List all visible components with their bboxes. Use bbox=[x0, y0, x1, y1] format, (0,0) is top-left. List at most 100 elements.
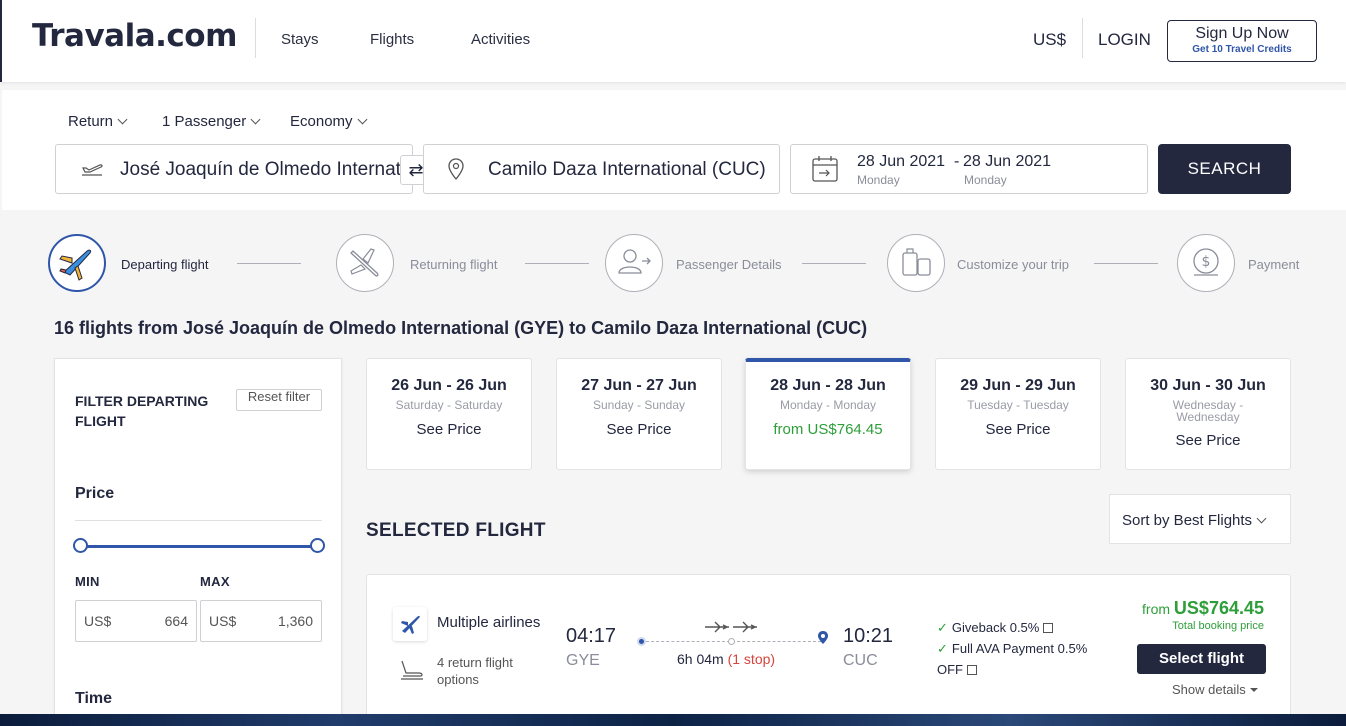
calendar-icon bbox=[812, 156, 838, 182]
depart-code: GYE bbox=[566, 652, 600, 669]
step-connector bbox=[1094, 263, 1158, 264]
return-options[interactable]: 4 return flight options bbox=[437, 654, 547, 688]
date-card[interactable]: 27 Jun - 27 Jun Sunday - Sunday See Pric… bbox=[556, 358, 722, 470]
money-icon: $ bbox=[1193, 248, 1219, 276]
nav-activities[interactable]: Activities bbox=[471, 31, 530, 48]
cabin-label: Economy bbox=[290, 113, 353, 130]
step-payment-label: Payment bbox=[1248, 257, 1300, 272]
flight-card: Multiple airlines 4 return flight option… bbox=[366, 574, 1291, 724]
signup-subtitle: Get 10 Travel Credits bbox=[1192, 44, 1292, 55]
date-card-selected[interactable]: 28 Jun - 28 Jun Monday - Monday from US$… bbox=[745, 358, 911, 470]
depart-day: Monday bbox=[857, 173, 900, 187]
login-link[interactable]: LOGIN bbox=[1098, 30, 1151, 50]
perk-ava: ✓ Full AVA Payment 0.5% OFF bbox=[937, 638, 1107, 680]
price-slider-track[interactable] bbox=[80, 545, 318, 548]
step-passenger-circle bbox=[605, 234, 663, 292]
date-card[interactable]: 30 Jun - 30 Jun Wednesday - Wednesday Se… bbox=[1125, 358, 1291, 470]
results-title: 16 flights from José Joaquín de Olmedo I… bbox=[54, 318, 868, 338]
check-icon: ✓ bbox=[937, 641, 948, 656]
passenger-dropdown[interactable]: 1 Passenger bbox=[162, 113, 261, 130]
origin-value: José Joaquín de Olmedo International (GY… bbox=[120, 159, 412, 180]
select-flight-button[interactable]: Select flight bbox=[1137, 644, 1266, 674]
svg-text:$: $ bbox=[1202, 254, 1211, 270]
footer-background bbox=[0, 714, 1346, 726]
step-passenger-label: Passenger Details bbox=[676, 257, 782, 272]
price-min-handle[interactable] bbox=[73, 538, 88, 553]
price-block: from US$764.45 bbox=[1142, 598, 1264, 619]
sort-label: Sort by Best Flights bbox=[1122, 512, 1253, 529]
date-card[interactable]: 26 Jun - 26 Jun Saturday - Saturday See … bbox=[366, 358, 532, 470]
search-panel: Return 1 Passenger Economy José Joaquín … bbox=[2, 90, 1346, 210]
user-icon bbox=[618, 249, 651, 274]
signup-button[interactable]: Sign Up Now Get 10 Travel Credits bbox=[1167, 20, 1317, 62]
step-departing-label: Departing flight bbox=[121, 257, 209, 272]
arrive-time: 10:21 bbox=[843, 625, 894, 647]
airline-name: Multiple airlines bbox=[437, 614, 541, 631]
nav-flights[interactable]: Flights bbox=[370, 31, 414, 48]
step-customize-label: Customize your trip bbox=[957, 257, 1069, 272]
date-card-price: See Price bbox=[416, 421, 482, 438]
external-link-icon[interactable] bbox=[967, 665, 977, 675]
check-icon: ✓ bbox=[937, 620, 948, 635]
min-currency: US$ bbox=[84, 613, 112, 629]
divider bbox=[75, 520, 322, 521]
header-divider bbox=[1082, 18, 1083, 58]
header-divider bbox=[255, 18, 256, 58]
date-card[interactable]: 29 Jun - 29 Jun Tuesday - Tuesday See Pr… bbox=[935, 358, 1101, 470]
show-details-link[interactable]: Show details bbox=[1172, 682, 1258, 697]
external-link-icon[interactable] bbox=[1043, 623, 1054, 633]
chevron-down-icon bbox=[357, 114, 367, 125]
date-separator: - bbox=[954, 153, 960, 170]
perk-giveback: ✓ Giveback 0.5% bbox=[937, 617, 1107, 638]
date-card-price: See Price bbox=[606, 421, 672, 438]
signup-title: Sign Up Now bbox=[1195, 25, 1289, 42]
chevron-down-icon bbox=[117, 114, 128, 125]
currency-selector[interactable]: US$ bbox=[1033, 30, 1066, 50]
min-price-input[interactable]: US$ 664 bbox=[75, 600, 197, 642]
price-label: Price bbox=[75, 485, 115, 502]
seat-icon bbox=[401, 660, 423, 680]
date-card-range: 26 Jun - 26 Jun bbox=[391, 377, 507, 394]
perk-ava-text: Full AVA Payment 0.5% OFF bbox=[937, 641, 1088, 677]
destination-field[interactable]: Camilo Daza International (CUC) bbox=[423, 144, 780, 194]
destination-value: Camilo Daza International (CUC) bbox=[488, 159, 766, 180]
step-departing-circle bbox=[48, 234, 106, 292]
date-card-days: Tuesday - Tuesday bbox=[967, 398, 1069, 412]
perk-giveback-text: Giveback 0.5% bbox=[951, 620, 1040, 635]
top-header: Travala.com Stays Flights Activities US$… bbox=[0, 0, 1346, 82]
depart-time: 04:17 bbox=[566, 625, 617, 647]
date-card-days: Wednesday - Wednesday bbox=[1172, 398, 1244, 424]
search-button[interactable]: SEARCH bbox=[1158, 144, 1291, 194]
max-price-input[interactable]: US$ 1,360 bbox=[200, 600, 322, 642]
date-card-days: Saturday - Saturday bbox=[395, 398, 503, 412]
date-card-range: 30 Jun - 30 Jun bbox=[1150, 377, 1266, 394]
return-day: Monday bbox=[964, 173, 1007, 187]
origin-field[interactable]: José Joaquín de Olmedo International (GY… bbox=[55, 144, 413, 194]
origin-dot bbox=[637, 637, 646, 646]
price-max-handle[interactable] bbox=[310, 538, 325, 553]
return-date: 28 Jun 2021 bbox=[963, 153, 1052, 170]
perks-list: ✓ Giveback 0.5% ✓ Full AVA Payment 0.5% OF… bbox=[937, 617, 1107, 680]
sort-dropdown[interactable]: Sort by Best Flights bbox=[1109, 494, 1291, 544]
duration-value: 6h 04m bbox=[677, 651, 724, 667]
step-connector bbox=[237, 263, 301, 264]
plane-icon bbox=[59, 249, 92, 281]
destination-pin-icon bbox=[818, 631, 828, 644]
travala-logo[interactable]: Travala.com bbox=[32, 18, 237, 54]
takeoff-icon bbox=[82, 164, 103, 176]
filter-panel: FILTER DEPARTING FLIGHT Reset filter Pri… bbox=[54, 358, 342, 718]
trip-type-dropdown[interactable]: Return bbox=[68, 113, 128, 130]
cabin-dropdown[interactable]: Economy bbox=[290, 113, 367, 130]
nav-stays[interactable]: Stays bbox=[281, 31, 319, 48]
flight-price: US$764.45 bbox=[1173, 598, 1264, 618]
depart-date: 28 Jun 2021 bbox=[857, 153, 946, 170]
date-card-price: from US$764.45 bbox=[773, 421, 883, 438]
chevron-down-icon bbox=[1256, 513, 1267, 524]
date-card-price: See Price bbox=[1175, 432, 1241, 449]
airline-logo bbox=[393, 607, 427, 641]
date-range-field[interactable]: 28 Jun 2021 - 28 Jun 2021 Monday Monday bbox=[790, 144, 1148, 194]
time-label: Time bbox=[75, 690, 113, 707]
step-returning-circle bbox=[336, 234, 394, 292]
reset-filter-button[interactable]: Reset filter bbox=[236, 389, 322, 411]
stop-dot bbox=[728, 638, 735, 645]
